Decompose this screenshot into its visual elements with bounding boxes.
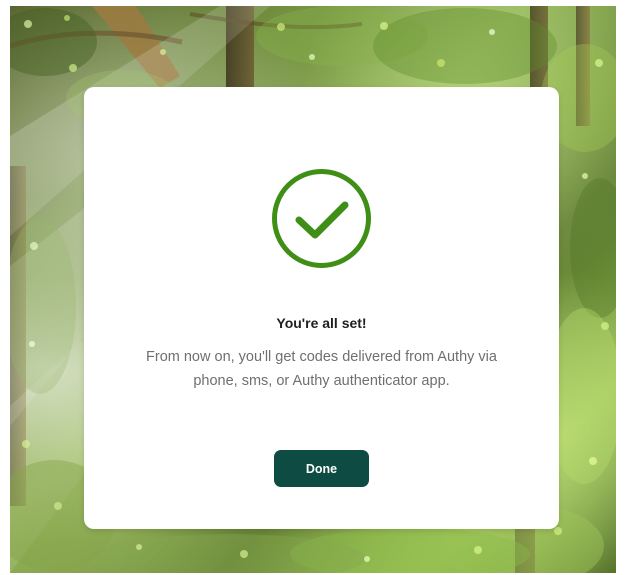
dialog-message: From now on, you'll get codes delivered … <box>146 349 497 389</box>
success-dialog: You're all set! From now on, you'll get … <box>84 87 559 529</box>
background-viewport: You're all set! From now on, you'll get … <box>10 6 616 573</box>
check-circle-icon <box>270 167 373 270</box>
done-button[interactable]: Done <box>274 450 369 487</box>
dialog-title: You're all set! <box>276 315 367 331</box>
